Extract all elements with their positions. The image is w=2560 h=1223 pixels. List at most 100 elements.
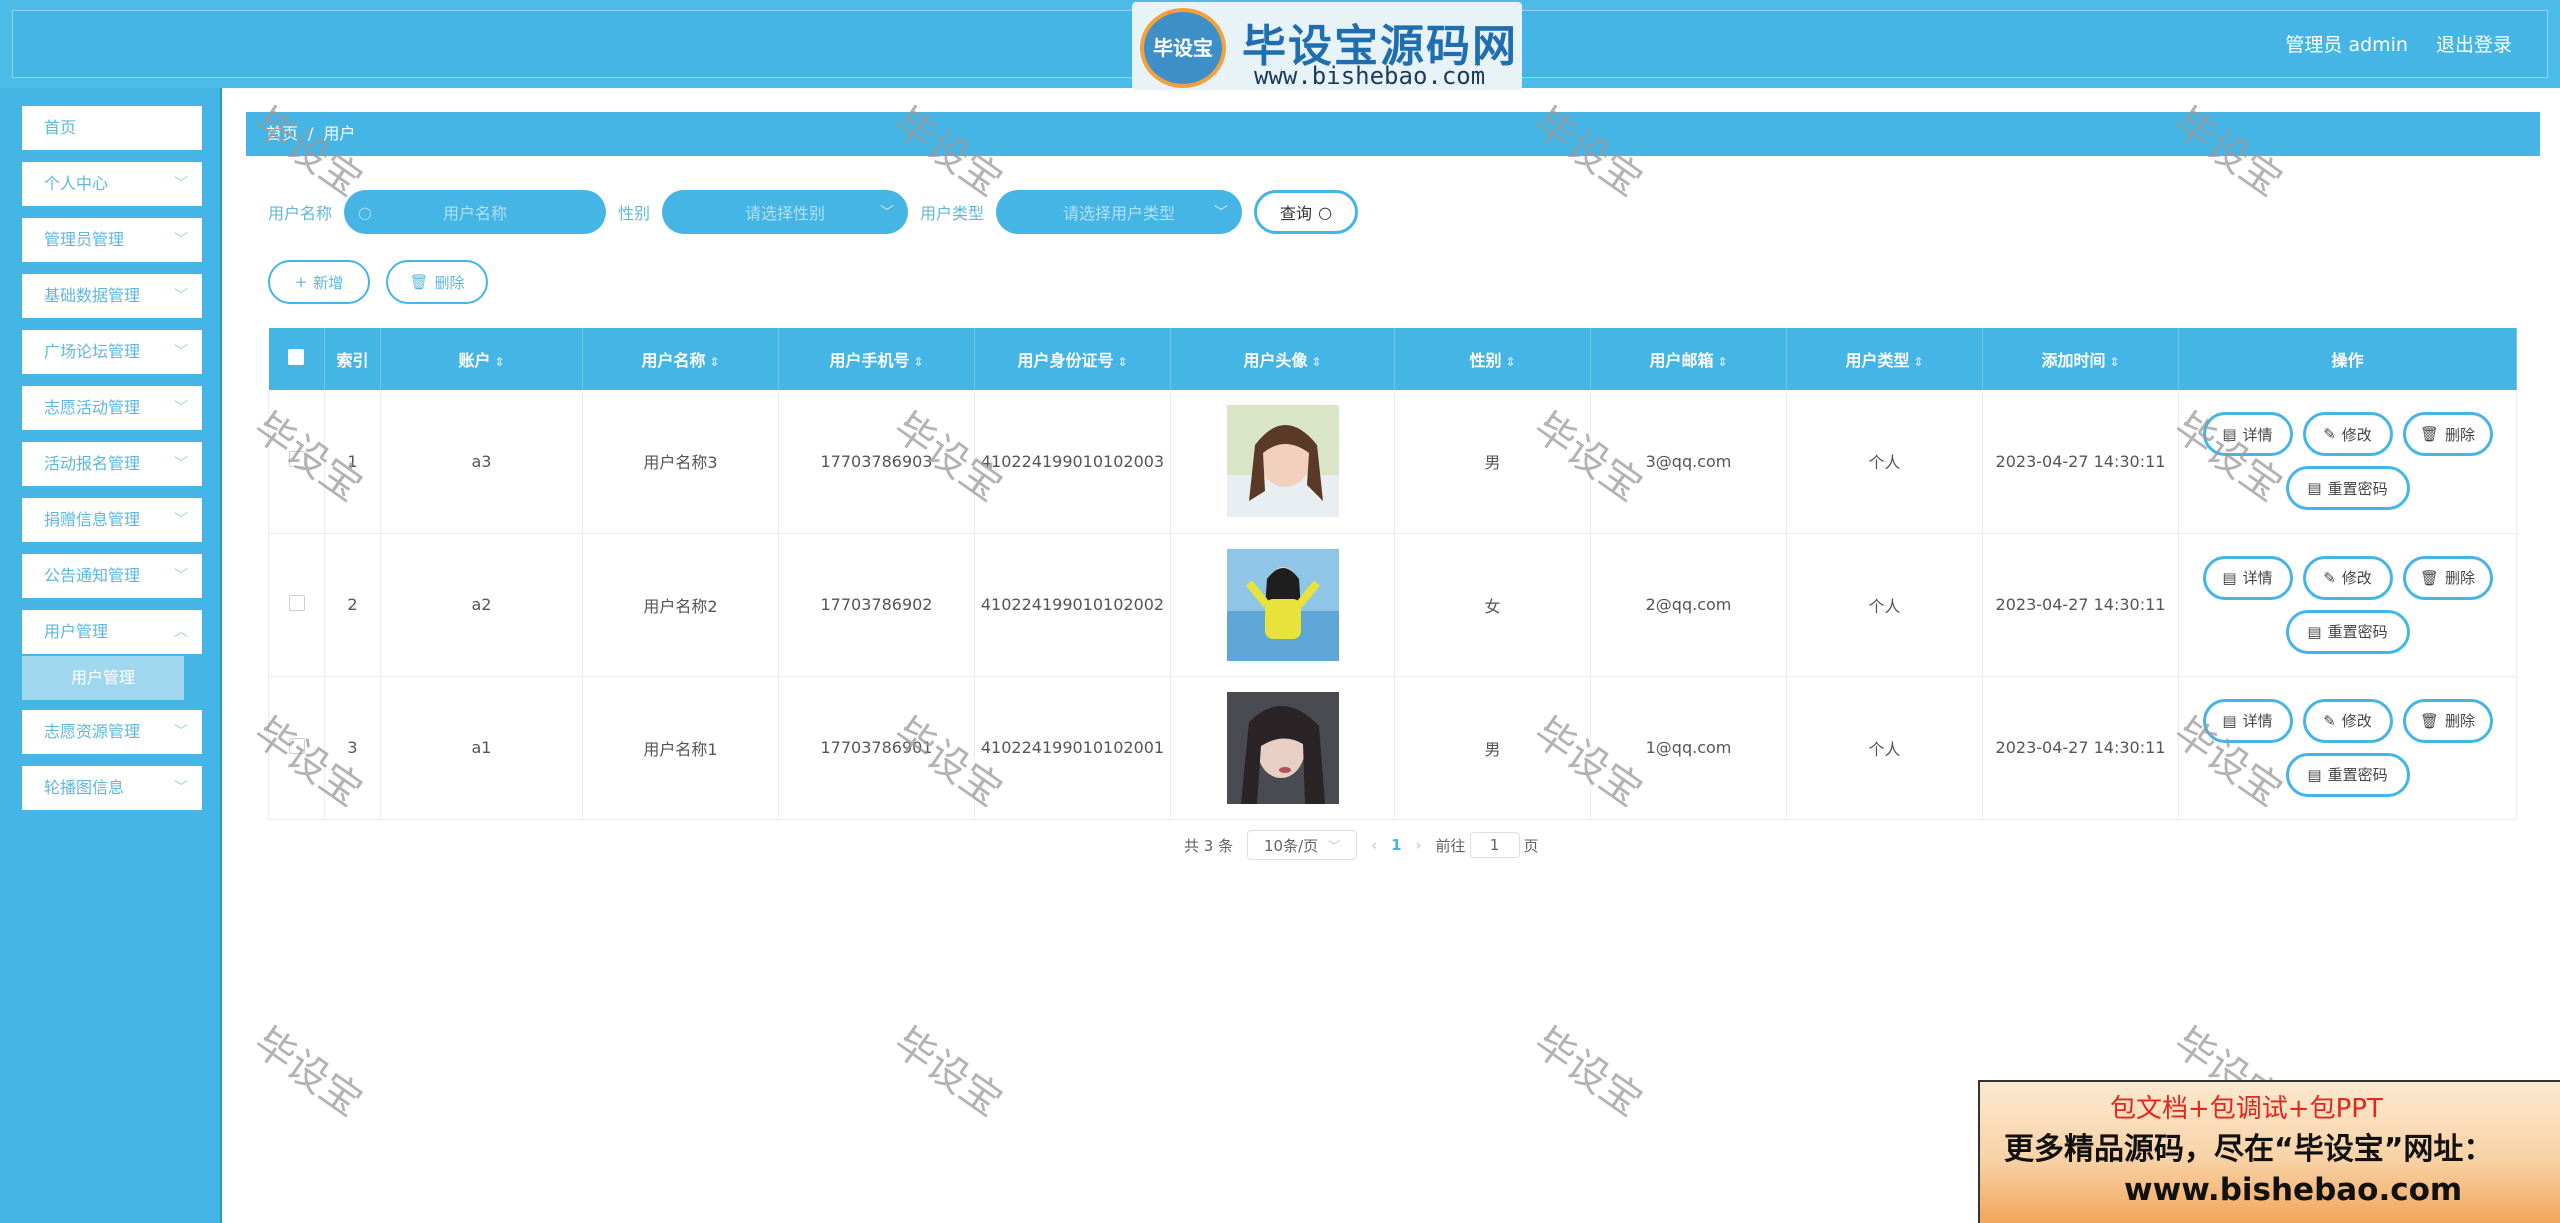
document-icon: ▤ [2307,765,2322,784]
detail-button[interactable]: ▤ 详情 [2202,555,2293,600]
chevron-down-icon: ﹀ [1214,205,1229,221]
delete-button[interactable]: 🗑 删除 [2402,555,2493,600]
total-count: 共 3 条 [1184,836,1234,855]
sidebar-item-label: 首页 [44,118,77,137]
sidebar-item-volunteer-activity[interactable]: 志愿活动管理 ﹀ [22,386,202,430]
username-search-input[interactable]: ○ 用户名称 [344,190,607,234]
trash-icon: 🗑 [2419,568,2440,587]
cell-name: 用户名称1 [582,676,779,820]
cell-name: 用户名称2 [582,533,779,677]
sort-icon: ⇕ [1505,355,1516,369]
chevron-down-icon: ﹀ [1328,838,1341,853]
sidebar-item-label: 公告通知管理 [44,566,141,585]
row-checkbox[interactable] [268,676,325,820]
delete-button[interactable]: 🗑 删除 [2402,698,2493,743]
sidebar-item-donation[interactable]: 捐赠信息管理 ﹀ [22,498,202,542]
reset-password-button[interactable]: ▤ 重置密码 [2285,609,2410,654]
table-row: 3 a1 用户名称1 17703786901 41022419901010200… [268,676,2517,820]
cell-id-card: 410224199010102001 [974,676,1171,820]
chevron-down-icon: ﹀ [174,176,188,192]
sidebar-item-forum[interactable]: 广场论坛管理 ﹀ [22,330,202,374]
cell-index: 2 [324,533,381,677]
breadcrumb: 首页 / 用户 [246,112,2540,156]
watermark-text: 毕设宝 [885,1019,1011,1126]
sidebar-item-notice[interactable]: 公告通知管理 ﹀ [22,554,202,598]
sidebar-item-profile[interactable]: 个人中心 ﹀ [22,162,202,206]
query-button[interactable]: 查询 ○ [1254,190,1359,234]
col-header-id-card[interactable]: 用户身份证号 ⇕ [974,328,1171,390]
col-header-account[interactable]: 账户 ⇕ [380,328,583,390]
sidebar-item-label: 轮播图信息 [44,778,125,797]
col-header-type[interactable]: 用户类型 ⇕ [1786,328,1983,390]
chevron-down-icon: ﹀ [174,456,188,472]
reset-password-button[interactable]: ▤ 重置密码 [2285,752,2410,797]
col-header-name[interactable]: 用户名称 ⇕ [582,328,779,390]
gender-select[interactable]: 请选择性别 ﹀ [662,190,909,234]
page-size-select[interactable]: 10条/页 ﹀ [1247,830,1358,860]
col-header-avatar[interactable]: 用户头像 ⇕ [1170,328,1395,390]
user-type-select[interactable]: 请选择用户类型 ﹀ [996,190,1243,234]
select-all-checkbox[interactable] [268,328,325,390]
cell-operations: ▤ 详情 ✎ 修改 🗑 删除 ▤ 重置密码 [2178,390,2517,534]
cell-gender: 女 [1394,533,1591,677]
cell-email: 3@qq.com [1590,390,1787,534]
chevron-down-icon: ﹀ [174,512,188,528]
row-checkbox[interactable] [268,390,325,534]
user-avatar-image[interactable] [1226,405,1339,518]
user-avatar-image[interactable] [1226,548,1339,661]
admin-user-label: 管理员 admin [2285,34,2408,56]
search-bar: 用户名称 ○ 用户名称 性别 请选择性别 ﹀ 用户类型 请选择用户类型 ﹀ 查询… [268,190,1359,234]
breadcrumb-current: 用户 [323,124,356,143]
sidebar-item-resources[interactable]: 志愿资源管理 ﹀ [22,710,202,754]
search-icon: ○ [1318,202,1333,222]
col-header-created[interactable]: 添加时间 ⇕ [1982,328,2179,390]
cell-operations: ▤ 详情 ✎ 修改 🗑 删除 ▤ 重置密码 [2178,533,2517,677]
edit-icon: ✎ [2323,568,2336,587]
cell-email: 2@qq.com [1590,533,1787,677]
sidebar-item-signup[interactable]: 活动报名管理 ﹀ [22,442,202,486]
sidebar-item-carousel[interactable]: 轮播图信息 ﹀ [22,766,202,810]
detail-button[interactable]: ▤ 详情 [2202,412,2293,457]
sort-icon: ⇕ [1311,355,1322,369]
batch-delete-button[interactable]: 🗑 删除 [386,260,488,304]
sidebar-subitem-user-management[interactable]: 用户管理 [22,656,184,700]
sort-icon: ⇕ [1717,355,1728,369]
gender-label: 性别 [618,204,651,223]
sidebar-item-label: 用户管理 [44,622,109,641]
detail-button[interactable]: ▤ 详情 [2202,698,2293,743]
sidebar-divider [220,88,222,1223]
sidebar-item-users[interactable]: 用户管理 ︿ [22,610,202,654]
page-number[interactable]: 1 [1391,836,1401,854]
sidebar-item-label: 志愿活动管理 [44,398,141,417]
document-icon: ▤ [2307,622,2322,641]
sidebar-item-label: 个人中心 [44,174,109,193]
col-header-gender[interactable]: 性别 ⇕ [1394,328,1591,390]
edit-button[interactable]: ✎ 修改 [2302,412,2393,457]
logout-link[interactable]: 退出登录 [2436,30,2512,57]
action-toolbar: + 新增 🗑 删除 [268,260,488,304]
user-avatar-image[interactable] [1226,691,1339,804]
goto-page-input[interactable]: 1 [1469,832,1520,858]
promo-banner[interactable]: 包文档+包调试+包PPT 更多精品源码，尽在“毕设宝”网址： www.bishe… [1978,1080,2560,1223]
col-header-email[interactable]: 用户邮箱 ⇕ [1590,328,1787,390]
col-header-phone[interactable]: 用户手机号 ⇕ [778,328,975,390]
gender-placeholder: 请选择性别 [745,204,826,223]
add-button-label: 新增 [313,273,344,292]
cell-account: a3 [380,390,583,534]
add-button[interactable]: + 新增 [268,260,370,304]
prev-page-icon[interactable]: ‹ [1371,836,1377,854]
delete-button[interactable]: 🗑 删除 [2402,412,2493,457]
cell-type: 个人 [1786,676,1983,820]
sidebar-item-admin[interactable]: 管理员管理 ﹀ [22,218,202,262]
breadcrumb-home[interactable]: 首页 [266,124,298,143]
cell-account: a2 [380,533,583,677]
reset-password-button[interactable]: ▤ 重置密码 [2285,466,2410,511]
edit-button[interactable]: ✎ 修改 [2302,698,2393,743]
cell-email: 1@qq.com [1590,676,1787,820]
next-page-icon[interactable]: › [1416,836,1422,854]
sidebar-item-basic-data[interactable]: 基础数据管理 ﹀ [22,274,202,318]
sidebar-item-home[interactable]: 首页 [22,106,202,150]
row-checkbox[interactable] [268,533,325,677]
edit-button[interactable]: ✎ 修改 [2302,555,2393,600]
sort-icon: ⇕ [2109,355,2120,369]
